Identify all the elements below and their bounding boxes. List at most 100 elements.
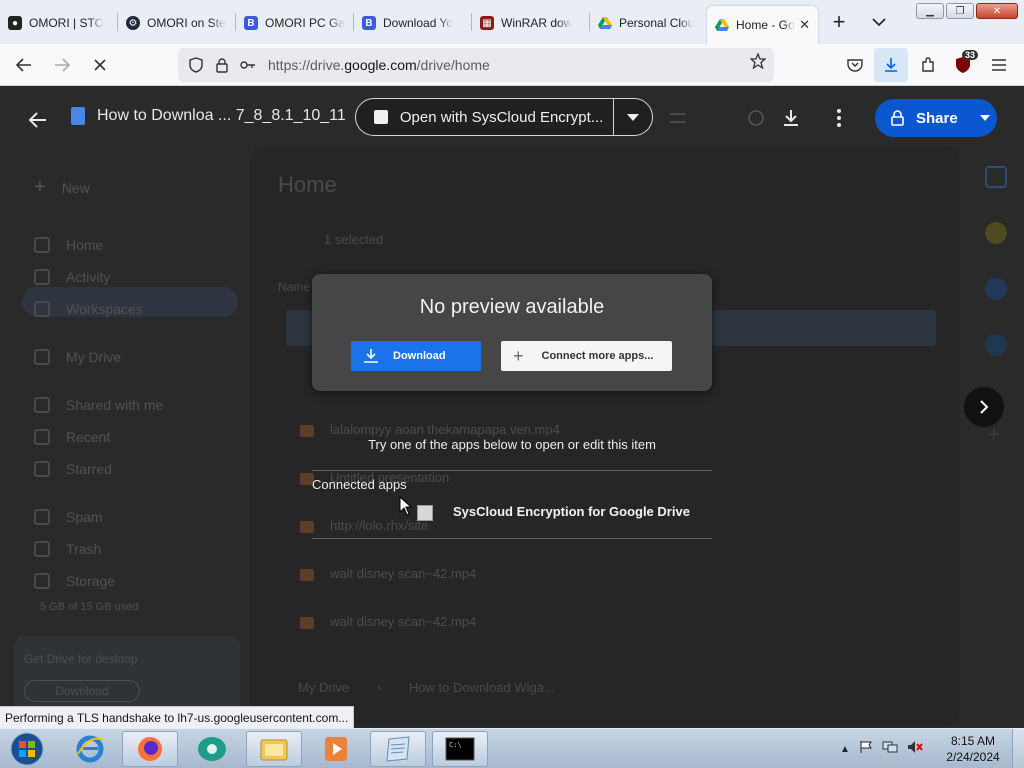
show-desktop-button[interactable] bbox=[1012, 729, 1024, 768]
pocket-button[interactable] bbox=[838, 48, 872, 82]
list-tabs-button[interactable] bbox=[864, 7, 894, 37]
try-apps-text: Try one of the apps below to open or edi… bbox=[368, 437, 656, 452]
get-drive-download-button[interactable]: Download bbox=[24, 680, 140, 702]
extensions-button[interactable] bbox=[911, 48, 945, 82]
tab-omori-steam[interactable]: ⚙ OMORI on Ste bbox=[118, 5, 235, 41]
show-hidden-icons[interactable]: ▲ bbox=[840, 744, 850, 755]
sidebar-item-label: Home bbox=[66, 237, 104, 253]
next-file-button[interactable] bbox=[964, 387, 1004, 427]
notepad-icon[interactable] bbox=[370, 731, 426, 767]
sidebar-item-my-drive[interactable]: My Drive bbox=[34, 349, 121, 365]
tab-download-yo[interactable]: B Download Yo bbox=[354, 5, 471, 41]
stop-loading-button[interactable] bbox=[83, 48, 117, 82]
syscloud-app-icon[interactable] bbox=[417, 505, 433, 521]
media-player-icon[interactable] bbox=[308, 731, 364, 767]
dialog-download-button[interactable]: Download bbox=[351, 341, 481, 371]
tab-omori-store[interactable]: ● OMORI | STO bbox=[0, 5, 117, 41]
media-app-icon[interactable] bbox=[184, 731, 240, 767]
get-drive-text: Get Drive for desktop bbox=[24, 652, 138, 666]
start-button[interactable] bbox=[4, 730, 50, 768]
close-tab-icon[interactable]: ✕ bbox=[799, 17, 810, 33]
file-row[interactable]: http://lolo.rhx/site bbox=[300, 518, 428, 533]
file-row[interactable]: walt disney scan~42.mp4 bbox=[300, 566, 476, 581]
url-prefix: https://drive. bbox=[268, 57, 345, 73]
comment-icon[interactable] bbox=[742, 104, 770, 132]
selection-count: 1 selected bbox=[324, 232, 384, 247]
tab-home-drive[interactable]: Home - Go ✕ bbox=[707, 6, 818, 44]
share-button[interactable]: Share bbox=[875, 99, 997, 137]
downloads-button[interactable] bbox=[874, 48, 908, 82]
arrow-left-icon bbox=[16, 57, 31, 72]
download-button[interactable] bbox=[777, 104, 805, 132]
sidebar-item-trash[interactable]: Trash bbox=[34, 541, 101, 557]
new-tab-button[interactable]: + bbox=[824, 7, 854, 37]
more-actions-button[interactable] bbox=[825, 104, 853, 132]
site-icon: B bbox=[244, 16, 258, 30]
open-with-button[interactable]: Open with SysCloud Encrypt... bbox=[355, 98, 653, 136]
keep-icon[interactable] bbox=[985, 222, 1007, 244]
open-with-label: Open with SysCloud Encrypt... bbox=[399, 108, 604, 126]
restore-button[interactable]: ❐ bbox=[946, 3, 974, 19]
sidebar-item-spam[interactable]: Spam bbox=[34, 509, 103, 525]
sidebar-item-workspaces[interactable]: Workspaces bbox=[34, 301, 143, 317]
lock-icon[interactable] bbox=[210, 53, 234, 77]
clock-time: 8:15 AM bbox=[950, 734, 996, 748]
file-row[interactable]: walt disney scan~42.mp4 bbox=[300, 614, 476, 629]
sidebar-item-storage[interactable]: Storage bbox=[34, 573, 115, 589]
connected-apps-label: Connected apps bbox=[312, 477, 407, 492]
close-viewer-button[interactable] bbox=[24, 106, 52, 134]
file-row[interactable]: lalalompyy aoan thekamapapa ven.mp4 bbox=[300, 422, 560, 437]
document-icon bbox=[71, 107, 85, 125]
sliders-icon[interactable] bbox=[664, 104, 692, 132]
calendar-icon[interactable] bbox=[985, 166, 1007, 188]
breadcrumb-file[interactable]: How to Download Wiga... bbox=[409, 680, 555, 695]
internet-explorer-icon[interactable] bbox=[62, 731, 118, 767]
close-window-button[interactable]: ✕ bbox=[976, 3, 1018, 19]
volume-muted-icon[interactable] bbox=[907, 740, 923, 759]
pocket-icon bbox=[847, 59, 863, 72]
sidebar-item-label: Storage bbox=[66, 573, 116, 589]
back-button[interactable] bbox=[7, 48, 41, 82]
system-clock[interactable]: 8:15 AM 2/24/2024 bbox=[938, 733, 1008, 765]
action-center-flag-icon[interactable] bbox=[859, 740, 873, 759]
sidebar-item-shared[interactable]: Shared with me bbox=[34, 397, 163, 413]
tasks-icon[interactable] bbox=[985, 278, 1007, 300]
more-vert-icon bbox=[837, 109, 841, 127]
sidebar-item-label: Trash bbox=[66, 541, 102, 557]
connect-more-apps-button[interactable]: + Connect more apps... bbox=[501, 341, 672, 371]
breadcrumb-root[interactable]: My Drive bbox=[298, 680, 349, 695]
windows-taskbar: C:\ ▲ 8:15 AM 2/24/2024 bbox=[0, 728, 1024, 768]
sidebar-item-recent[interactable]: Recent bbox=[34, 429, 110, 445]
forward-button[interactable] bbox=[45, 48, 79, 82]
chevron-right-icon bbox=[980, 400, 989, 414]
file-explorer-icon[interactable] bbox=[246, 731, 302, 767]
download-arrow-icon bbox=[885, 58, 897, 72]
minimize-button[interactable]: ▁ bbox=[916, 3, 944, 19]
shield-icon[interactable] bbox=[184, 53, 208, 77]
sidebar-item-starred[interactable]: Starred bbox=[34, 461, 112, 477]
firefox-icon[interactable] bbox=[122, 731, 178, 767]
no-preview-dialog: No preview available Download + Connect … bbox=[312, 274, 712, 391]
tab-title: OMORI | STO bbox=[29, 16, 104, 30]
contacts-icon[interactable] bbox=[985, 334, 1007, 356]
caret-down-icon[interactable] bbox=[979, 115, 990, 121]
permissions-icon[interactable] bbox=[236, 53, 260, 77]
ublock-extension-button[interactable]: 33 bbox=[946, 48, 980, 82]
tab-title: OMORI PC Ga bbox=[265, 16, 345, 30]
network-icon[interactable] bbox=[882, 740, 898, 759]
add-addon-icon[interactable]: + bbox=[988, 424, 1000, 447]
cmd-icon[interactable]: C:\ bbox=[432, 731, 488, 767]
sidebar-item-home[interactable]: Home bbox=[34, 237, 103, 253]
bookmark-star-icon[interactable] bbox=[749, 52, 767, 74]
open-with-dropdown[interactable] bbox=[614, 113, 652, 121]
tab-personal-cloud[interactable]: Personal Clou bbox=[590, 5, 707, 41]
new-button[interactable]: + New bbox=[34, 176, 90, 199]
connected-app-syscloud[interactable]: SysCloud Encryption for Google Drive bbox=[453, 504, 690, 519]
tab-winrar[interactable]: ▦ WinRAR dow bbox=[472, 5, 589, 41]
syscloud-app-icon bbox=[374, 110, 388, 124]
sidebar-item-activity[interactable]: Activity bbox=[34, 269, 110, 285]
app-menu-button[interactable] bbox=[982, 48, 1016, 82]
url-bar[interactable]: https://drive.google.com/drive/home bbox=[178, 48, 774, 82]
divider bbox=[312, 470, 712, 471]
tab-omori-pc[interactable]: B OMORI PC Ga bbox=[236, 5, 353, 41]
